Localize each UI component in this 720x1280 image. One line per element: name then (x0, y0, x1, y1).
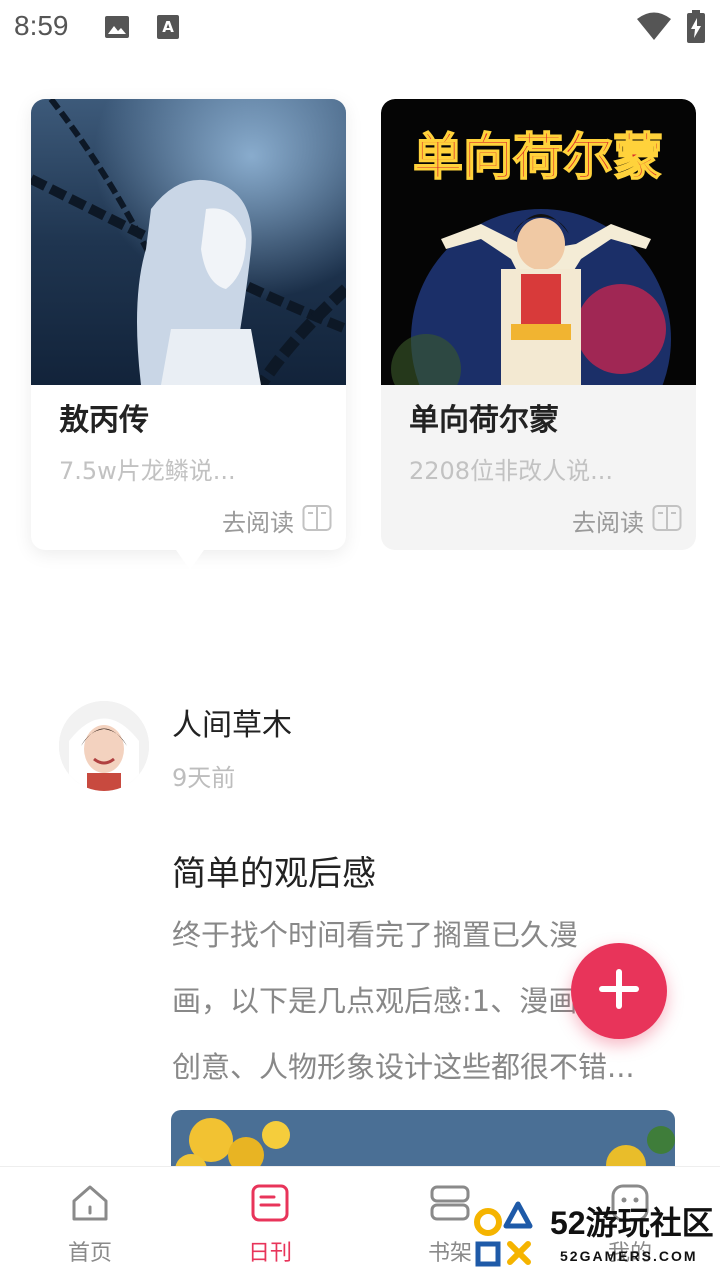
nav-home[interactable]: 首页 (0, 1167, 180, 1280)
cover-title-text: 单向荷尔蒙 (413, 128, 663, 186)
nav-label: 日刊 (247, 1241, 292, 1266)
watermark-title: 52游玩社区 (550, 1205, 714, 1241)
book-description: 2208位非改人说... (409, 457, 613, 485)
plus-icon (597, 967, 641, 1015)
image-icon (104, 14, 130, 44)
book-cover-hormone: 单向荷尔蒙 (381, 99, 696, 385)
nav-label: 首页 (67, 1241, 112, 1266)
nav-daily[interactable]: 日刊 (180, 1167, 360, 1280)
watermark-logo: 52游玩社区 52GAMERS.COM (470, 1196, 720, 1280)
daily-icon (250, 1183, 290, 1227)
open-book-icon (652, 504, 682, 538)
bookshelf-icon (430, 1183, 470, 1227)
status-bar: 8:59 A (0, 0, 720, 56)
svg-text:A: A (162, 18, 174, 36)
read-button[interactable]: 去阅读 (222, 503, 332, 538)
watermark-subtitle: 52GAMERS.COM (560, 1248, 698, 1264)
home-icon (70, 1183, 110, 1227)
wifi-icon (636, 12, 672, 46)
read-label: 去阅读 (572, 509, 644, 537)
book-card-aobing[interactable]: 敖丙传 7.5w片龙鳞说... 去阅读 (31, 99, 346, 570)
open-book-icon (302, 504, 332, 538)
book-card-hormone[interactable]: 单向荷尔蒙 单向荷尔蒙 2208位非改人说... 去阅读 (381, 99, 696, 550)
book-description: 7.5w片龙鳞说... (59, 457, 236, 485)
post-body-line: 创意、人物形象设计这些都很不错... (172, 1050, 635, 1084)
status-time: 8:59 (14, 10, 69, 41)
add-post-button[interactable] (571, 943, 667, 1039)
book-title: 单向荷尔蒙 (409, 403, 559, 438)
battery-charging-icon (686, 10, 706, 48)
read-label: 去阅读 (222, 509, 294, 537)
text-a-icon: A (156, 14, 180, 44)
card-pointer (176, 550, 204, 570)
read-button[interactable]: 去阅读 (572, 503, 682, 538)
book-cover-aobing (31, 99, 346, 385)
author-avatar[interactable] (59, 701, 149, 791)
post-title[interactable]: 简单的观后感 (172, 846, 376, 895)
post-time: 9天前 (172, 764, 236, 792)
post-author[interactable]: 人间草木 (172, 700, 292, 744)
book-title: 敖丙传 (59, 403, 149, 438)
